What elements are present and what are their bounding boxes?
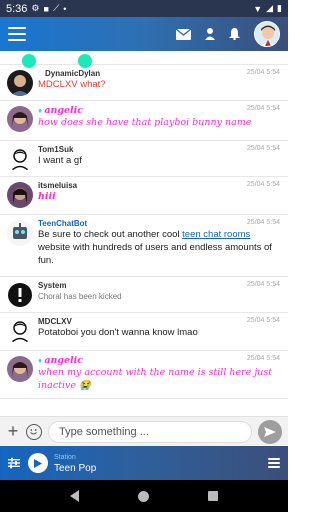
message-text: hiii	[38, 191, 56, 202]
add-icon[interactable]: +	[6, 421, 20, 442]
user-avatar[interactable]	[7, 356, 33, 382]
cell-signal-icon: ◢	[266, 3, 274, 13]
timestamp: 25/04 5:54	[246, 317, 280, 324]
timestamp: 25/04 5:54	[246, 181, 280, 188]
ghost-icon: ◌	[38, 69, 45, 78]
message-text: how does she have that playboi bunny nam…	[38, 117, 252, 128]
user-avatar[interactable]	[7, 146, 33, 172]
message-composer: + Type something ...	[0, 416, 288, 446]
status-bar: 5:36 ⚙ ■ ⟋ • ▼ ◢ ▮	[0, 0, 288, 17]
emoji-icon[interactable]	[26, 423, 42, 440]
timestamp: 25/04 5:54	[246, 355, 280, 362]
notification-icon: ■	[43, 3, 49, 14]
partial-message	[0, 51, 288, 68]
app-header	[0, 17, 288, 51]
timestamp: 25/04 5:54	[246, 69, 280, 76]
message-text: Potatoboi you don't wanna know lmao	[38, 327, 198, 338]
user-avatar[interactable]	[7, 70, 33, 96]
mail-icon[interactable]	[176, 28, 191, 40]
system-message-text: Choral has been kicked	[38, 292, 122, 301]
bell-icon[interactable]	[229, 28, 240, 40]
message-input[interactable]: Type something ...	[48, 420, 252, 443]
station-name: Teen Pop	[54, 463, 97, 474]
message-item[interactable]: TeenChatBot 25/04 5:54 Be sure to check …	[0, 215, 288, 277]
username[interactable]: Tom1Suk	[38, 141, 280, 154]
username[interactable]: DynamicDylan	[45, 69, 100, 78]
message-item[interactable]: itsmeluisa 25/04 5:54 hiii	[0, 177, 288, 215]
message-item[interactable]: ♦ angelic 25/04 5:54 when my account wit…	[0, 351, 288, 399]
message-text: MDCLXV what?	[38, 79, 106, 90]
system-nav-bar	[0, 480, 288, 512]
username[interactable]: TeenChatBot	[38, 215, 280, 228]
username[interactable]: angelic	[44, 355, 83, 366]
battery-icon: ▮	[277, 3, 282, 13]
message-item[interactable]: System 25/04 5:54 Choral has been kicked	[0, 277, 288, 313]
teen-chat-rooms-link[interactable]: teen chat rooms	[182, 229, 250, 240]
player-menu-icon[interactable]	[268, 458, 280, 468]
recent-apps-icon[interactable]	[208, 491, 219, 501]
home-icon[interactable]	[137, 490, 149, 502]
message-text: I want a gf	[38, 155, 82, 166]
message-item[interactable]: ◌ DynamicDylan 25/04 5:54 MDCLXV what?	[0, 65, 288, 101]
username[interactable]: itsmeluisa	[38, 177, 280, 190]
message-item[interactable]: MDCLXV 25/04 5:54 Potatoboi you don't wa…	[0, 313, 288, 351]
chat-feed[interactable]: ◌ DynamicDylan 25/04 5:54 MDCLXV what? ♦…	[0, 51, 288, 416]
timestamp: 25/04 5:54	[246, 219, 280, 226]
send-icon	[264, 426, 276, 437]
bot-avatar[interactable]	[7, 220, 33, 246]
menu-icon[interactable]	[8, 27, 26, 41]
timestamp: 25/04 5:54	[246, 281, 280, 288]
dot-icon: •	[63, 3, 67, 14]
user-avatar[interactable]	[7, 106, 33, 132]
play-icon	[34, 458, 42, 468]
timestamp: 25/04 5:54	[246, 105, 280, 112]
avatar[interactable]	[254, 21, 280, 47]
system-icon	[7, 282, 33, 308]
message-text-part: website with hundreds of users and endle…	[38, 242, 272, 266]
person-icon[interactable]	[205, 28, 215, 40]
username: System	[38, 281, 67, 290]
message-text-part: Be sure to check out another cool	[38, 229, 183, 240]
station-info: Station Teen Pop	[54, 452, 96, 474]
username[interactable]: angelic	[44, 105, 83, 116]
send-button[interactable]	[258, 419, 282, 444]
play-button[interactable]	[28, 453, 48, 473]
settings-icon: ⚙	[31, 3, 40, 13]
status-time: 5:36	[6, 2, 28, 15]
message-item[interactable]: Tom1Suk 25/04 5:54 I want a gf	[0, 141, 288, 177]
user-avatar[interactable]	[7, 182, 33, 208]
station-label: Station	[54, 454, 76, 461]
back-icon[interactable]	[69, 490, 79, 502]
wifi-icon: ▼	[253, 3, 263, 14]
equalizer-icon[interactable]	[8, 457, 20, 469]
message-text: Be sure to check out another cool teen c…	[38, 228, 280, 267]
signal-off-icon: ⟋	[52, 3, 60, 13]
username[interactable]: MDCLXV	[38, 313, 280, 326]
message-item[interactable]: ♦ angelic 25/04 5:54 how does she have t…	[0, 101, 288, 141]
timestamp: 25/04 5:54	[246, 145, 280, 152]
user-avatar[interactable]	[7, 318, 33, 344]
radio-player: Station Teen Pop	[0, 446, 288, 480]
message-text: when my account with the name is still h…	[38, 367, 273, 391]
